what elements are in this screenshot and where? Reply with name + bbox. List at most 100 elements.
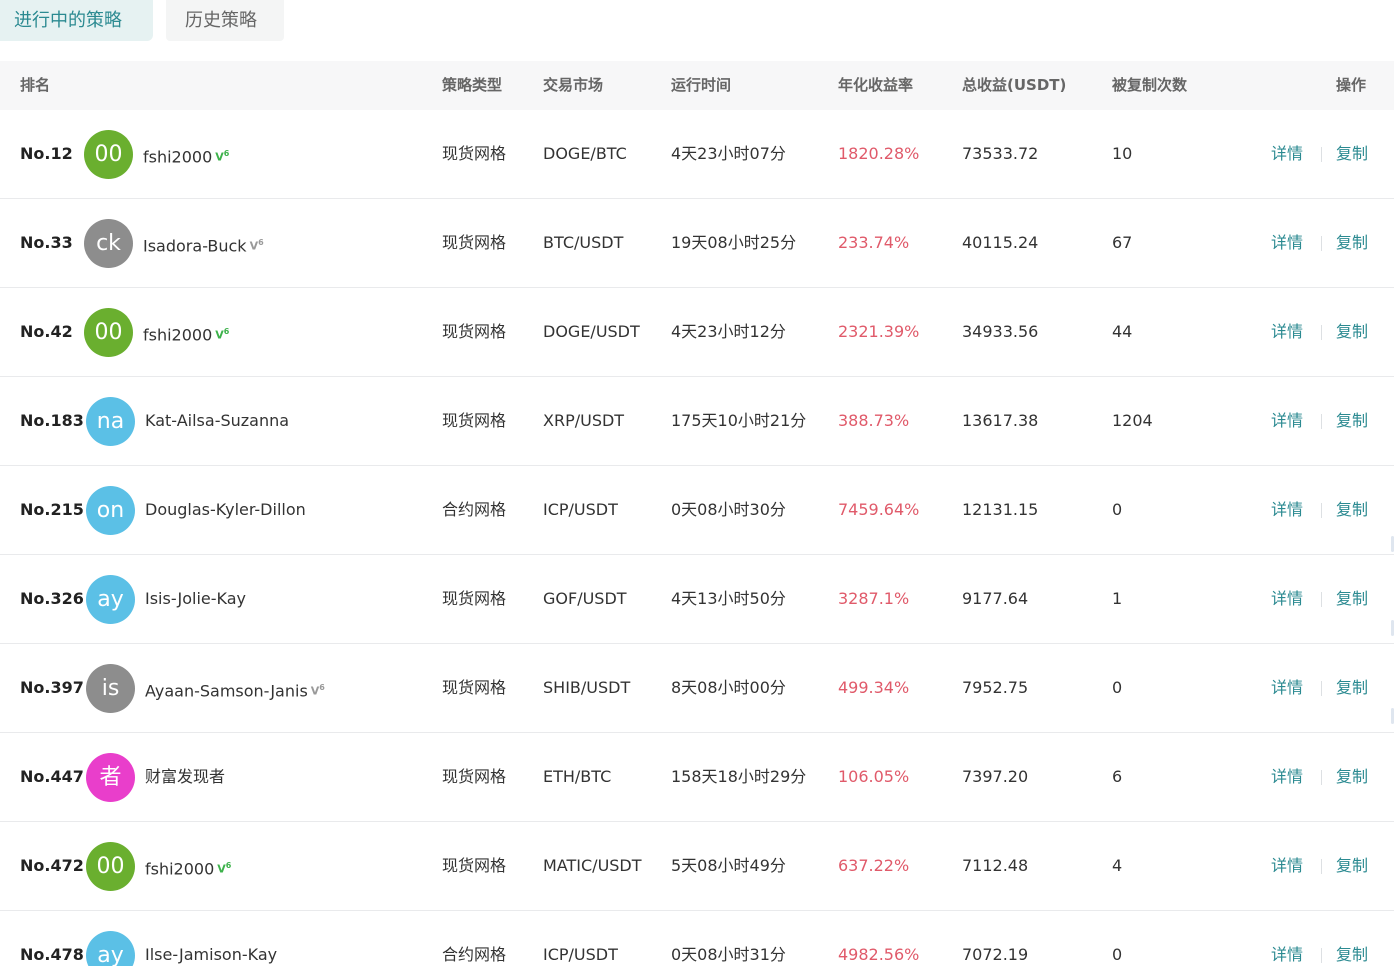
table-row[interactable]: No.42 00 fshi2000 V6 现货网格 DOGE/USDT 4天23小时12分 2… (0, 288, 1394, 377)
avatar[interactable]: 00 (86, 842, 135, 891)
avatar[interactable]: 00 (84, 130, 133, 179)
table-row[interactable]: No.478 ay Ilse-Jamison-Kay 合约网格 ICP/USDT 0天08… (0, 911, 1394, 966)
trader-name[interactable]: Isis-Jolie-Kay (145, 589, 246, 608)
header-type: 策略类型 (442, 76, 503, 94)
trader-name-cell[interactable]: Ilse-Jamison-Kay (145, 911, 277, 966)
table-row[interactable]: No.183 na Kat-Ailsa-Suzanna 现货网格 XRP/USDT 175… (0, 377, 1394, 466)
avatar[interactable]: is (86, 664, 135, 713)
detail-button[interactable]: 详情 (1271, 733, 1303, 821)
trading-market: GOF/USDT (543, 589, 627, 608)
trader-name-cell[interactable]: fshi2000 V6 (143, 110, 229, 198)
trading-market: BTC/USDT (543, 233, 624, 252)
trader-name-cell[interactable]: Kat-Ailsa-Suzanna (145, 377, 289, 465)
annual-yield: 233.74% (838, 233, 910, 252)
copy-count: 44 (1112, 322, 1133, 341)
detail-button[interactable]: 详情 (1271, 911, 1303, 966)
trader-name[interactable]: fshi2000 (145, 860, 214, 879)
copy-button[interactable]: 复制 (1336, 288, 1368, 376)
annual-yield: 388.73% (838, 411, 910, 430)
verified-trader-icon: V6 (215, 149, 230, 164)
run-time: 158天18小时29分 (671, 767, 807, 786)
annual-yield: 637.22% (838, 856, 910, 875)
action-divider (1321, 859, 1322, 874)
trader-name[interactable]: Ayaan-Samson-Janis (145, 682, 308, 701)
copy-button[interactable]: 复制 (1336, 733, 1368, 821)
trader-name[interactable]: 财富发现者 (145, 767, 225, 786)
avatar[interactable]: 者 (86, 753, 135, 802)
trader-name[interactable]: fshi2000 (143, 326, 212, 345)
copy-button[interactable]: 复制 (1336, 822, 1368, 910)
table-row[interactable]: No.33 ck Isadora-Buck V6 现货网格 BTC/USDT 19天08小时… (0, 199, 1394, 288)
detail-button[interactable]: 详情 (1271, 377, 1303, 465)
detail-button[interactable]: 详情 (1271, 288, 1303, 376)
avatar[interactable]: ay (86, 931, 135, 966)
header-total: 总收益(USDT) (962, 76, 1067, 94)
trader-name[interactable]: Douglas-Kyler-Dillon (145, 500, 306, 519)
detail-button[interactable]: 详情 (1271, 822, 1303, 910)
verified-trader-icon: V6 (310, 683, 325, 698)
copy-button[interactable]: 复制 (1336, 199, 1368, 287)
annual-yield: 1820.28% (838, 144, 920, 163)
avatar[interactable]: 00 (84, 308, 133, 357)
run-time: 5天08小时49分 (671, 856, 786, 875)
trader-name[interactable]: Ilse-Jamison-Kay (145, 945, 277, 964)
total-profit: 13617.38 (962, 411, 1039, 430)
copy-count: 4 (1112, 856, 1123, 875)
detail-button[interactable]: 详情 (1271, 466, 1303, 554)
total-profit: 7072.19 (962, 945, 1029, 964)
run-time: 0天08小时30分 (671, 500, 786, 519)
copy-count: 1 (1112, 589, 1123, 608)
annual-yield: 106.05% (838, 767, 910, 786)
strategy-type: 现货网格 (442, 856, 507, 875)
table-row[interactable]: No.215 on Douglas-Kyler-Dillon 合约网格 ICP/USDT… (0, 466, 1394, 555)
copy-count: 67 (1112, 233, 1133, 252)
detail-button[interactable]: 详情 (1271, 110, 1303, 198)
avatar[interactable]: na (86, 397, 135, 446)
detail-button[interactable]: 详情 (1271, 199, 1303, 287)
trader-name-cell[interactable]: fshi2000 V6 (143, 288, 229, 376)
action-divider (1321, 503, 1322, 518)
avatar[interactable]: on (86, 486, 135, 535)
trader-name[interactable]: fshi2000 (143, 148, 212, 167)
trader-name-cell[interactable]: fshi2000 V6 (145, 822, 231, 910)
trader-name[interactable]: Isadora-Buck (143, 237, 247, 256)
copy-button[interactable]: 复制 (1336, 377, 1368, 465)
trader-name-cell[interactable]: Isis-Jolie-Kay (145, 555, 246, 643)
rank: No.12 (20, 144, 73, 163)
trading-market: DOGE/USDT (543, 322, 640, 341)
avatar[interactable]: ck (84, 219, 133, 268)
table-row[interactable]: No.447 者财富发现者 现货网格 ETH/BTC 158天18小时29分 106.05… (0, 733, 1394, 822)
table-row[interactable]: No.326 ay Isis-Jolie-Kay 现货网格 GOF/USDT 4天13小时… (0, 555, 1394, 644)
trader-name-cell[interactable]: 财富发现者 (145, 733, 225, 821)
trader-name-cell[interactable]: Douglas-Kyler-Dillon (145, 466, 306, 554)
copy-button[interactable]: 复制 (1336, 110, 1368, 198)
tab-history-strategies[interactable]: 历史策略 (166, 0, 284, 41)
strategy-table-body: No.12 00 fshi2000 V6 现货网格 DOGE/BTC 4天23小时07分 18… (0, 110, 1394, 966)
total-profit: 40115.24 (962, 233, 1039, 252)
trading-market: MATIC/USDT (543, 856, 642, 875)
trader-name[interactable]: Kat-Ailsa-Suzanna (145, 411, 289, 430)
total-profit: 7112.48 (962, 856, 1029, 875)
tab-active-strategies[interactable]: 进行中的策略 (0, 0, 153, 41)
trader-name-cell[interactable]: Ayaan-Samson-Janis V6 (145, 644, 325, 732)
copy-button[interactable]: 复制 (1336, 644, 1368, 732)
copy-button[interactable]: 复制 (1336, 911, 1368, 966)
run-time: 4天13小时50分 (671, 589, 786, 608)
verified-trader-icon: V6 (215, 327, 230, 342)
trader-name-cell[interactable]: Isadora-Buck V6 (143, 199, 264, 287)
header-runtime: 运行时间 (671, 76, 732, 94)
trading-market: SHIB/USDT (543, 678, 631, 697)
detail-button[interactable]: 详情 (1271, 644, 1303, 732)
avatar[interactable]: ay (86, 575, 135, 624)
copy-count: 6 (1112, 767, 1123, 786)
table-row[interactable]: No.12 00 fshi2000 V6 现货网格 DOGE/BTC 4天23小时07分 18… (0, 110, 1394, 199)
table-row[interactable]: No.397 is Ayaan-Samson-Janis V6 现货网格 SHIB/USD… (0, 644, 1394, 733)
table-header: 排名 策略类型 交易市场 运行时间 年化收益率 总收益(USDT) 被复制次数 … (0, 61, 1394, 110)
copy-button[interactable]: 复制 (1336, 555, 1368, 643)
table-row[interactable]: No.472 00 fshi2000 V6 现货网格 MATIC/USDT 5天08小时49… (0, 822, 1394, 911)
copy-count: 0 (1112, 945, 1123, 964)
detail-button[interactable]: 详情 (1271, 555, 1303, 643)
action-divider (1321, 681, 1322, 696)
run-time: 175天10小时21分 (671, 411, 807, 430)
copy-button[interactable]: 复制 (1336, 466, 1368, 554)
